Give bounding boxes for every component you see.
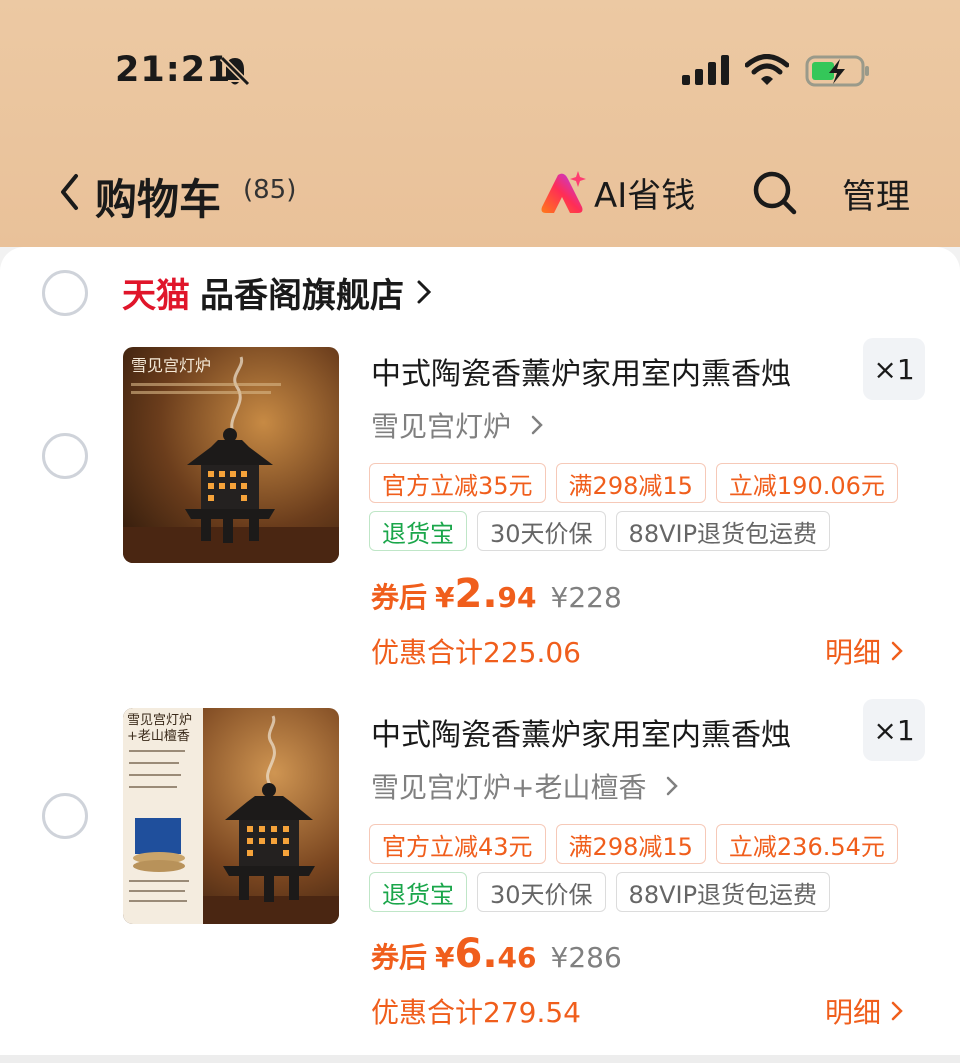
product-image[interactable]: 雪见宫灯炉 <box>123 347 339 563</box>
price-decimal: 46 <box>497 941 537 974</box>
sku-label: 雪见宫灯炉+老山檀香 <box>371 771 647 804</box>
service-tags: 退货宝 30天价保 88VIP退货包运费 <box>369 511 831 551</box>
discount-detail-button[interactable]: 明细 <box>825 991 903 1031</box>
sku-selector[interactable]: 雪见宫灯炉+老山檀香 <box>371 766 679 806</box>
store-header-link[interactable]: 天猫 品香阁旗舰店 <box>122 269 432 316</box>
coupon-price-label: 券后 <box>371 581 428 614</box>
promo-tags: 官方立减43元 满298减15 立减236.54元 <box>369 824 898 864</box>
tmall-badge: 天猫 <box>122 275 190 316</box>
lantern-incense-set-image: 雪见宫灯炉 +老山檀香 <box>123 708 339 924</box>
cellular-signal-icon <box>682 55 729 85</box>
detail-label: 明细 <box>825 636 882 669</box>
service-tag-return: 退货宝 <box>369 511 467 551</box>
search-icon[interactable] <box>750 168 798 216</box>
promo-tag: 官方立减43元 <box>369 824 546 864</box>
price-row: 券后 ¥ 6. 46 ¥286 <box>371 931 622 977</box>
service-tag-vip-shipping: 88VIP退货包运费 <box>615 872 831 912</box>
original-price: ¥228 <box>550 581 622 614</box>
navigation-bar: 购物车 (85) AI省钱 管理 <box>0 160 960 224</box>
chevron-right-icon <box>531 415 543 435</box>
promo-tag: 满298减15 <box>555 463 706 503</box>
product-title[interactable]: 中式陶瓷香薰炉家用室内熏香烛 <box>371 349 791 393</box>
currency-symbol: ¥ <box>435 581 455 614</box>
promo-tag: 满298减15 <box>555 824 706 864</box>
manage-button[interactable]: 管理 <box>842 169 910 218</box>
product-image[interactable]: 雪见宫灯炉 +老山檀香 <box>123 708 339 924</box>
promo-tags: 官方立减35元 满298减15 立减190.06元 <box>369 463 898 503</box>
original-price: ¥286 <box>550 941 622 974</box>
sku-label: 雪见宫灯炉 <box>371 410 512 443</box>
total-discount: 优惠合计279.54 <box>371 996 581 1029</box>
cart-count: (85) <box>243 175 297 205</box>
promo-tag: 立减190.06元 <box>715 463 898 503</box>
back-chevron-icon[interactable] <box>58 172 80 212</box>
quantity-button[interactable]: ×1 <box>863 338 925 400</box>
service-tag-vip-shipping: 88VIP退货包运费 <box>615 511 831 551</box>
chevron-right-icon <box>891 641 903 661</box>
battery-charging-icon <box>805 55 869 87</box>
price-integer: 2. <box>454 571 498 617</box>
ai-save-button[interactable]: AI省钱 <box>538 166 695 218</box>
detail-label: 明细 <box>825 996 882 1029</box>
product-select-radio[interactable] <box>42 433 88 479</box>
price-row: 券后 ¥ 2. 94 ¥228 <box>371 571 622 617</box>
promo-tag: 官方立减35元 <box>369 463 546 503</box>
sku-selector[interactable]: 雪见宫灯炉 <box>371 405 544 445</box>
image-caption: 雪见宫灯炉 <box>127 713 192 728</box>
discount-detail-button[interactable]: 明细 <box>825 631 903 671</box>
currency-symbol: ¥ <box>435 941 455 974</box>
page-title: 购物车 <box>95 175 222 224</box>
store-cart-card: 天猫 品香阁旗舰店 雪见宫灯炉 中式陶瓷香薰炉家用室内熏香烛 ×1 雪见宫灯炉 … <box>0 247 960 1063</box>
chevron-right-icon <box>891 1001 903 1021</box>
store-select-radio[interactable] <box>42 270 88 316</box>
bell-mute-icon <box>219 55 251 87</box>
service-tags: 退货宝 30天价保 88VIP退货包运费 <box>369 872 831 912</box>
coupon-price-label: 券后 <box>371 941 428 974</box>
service-tag-price-protect: 30天价保 <box>477 511 606 551</box>
price-decimal: 94 <box>497 581 537 614</box>
product-title[interactable]: 中式陶瓷香薰炉家用室内熏香烛 <box>371 710 791 754</box>
ai-save-label: AI省钱 <box>594 175 696 216</box>
service-tag-return: 退货宝 <box>369 872 467 912</box>
chevron-right-icon <box>667 776 679 796</box>
status-bar: 21:21 <box>0 46 960 96</box>
promo-tag: 立减236.54元 <box>715 824 898 864</box>
total-discount: 优惠合计225.06 <box>371 636 581 669</box>
bottom-divider <box>0 1055 960 1063</box>
price-integer: 6. <box>454 931 498 977</box>
service-tag-price-protect: 30天价保 <box>477 872 606 912</box>
lantern-burner-image: 雪见宫灯炉 <box>123 347 339 563</box>
wifi-icon <box>745 54 789 85</box>
chevron-right-icon <box>417 280 432 304</box>
header-background: 21:21 购物车 (85) AI省钱 管理 <box>0 0 960 247</box>
ai-sparkle-icon <box>541 171 586 213</box>
store-name: 品香阁旗舰店 <box>200 275 404 316</box>
image-caption: 雪见宫灯炉 <box>131 356 211 375</box>
product-select-radio[interactable] <box>42 793 88 839</box>
image-caption-line2: +老山檀香 <box>127 728 190 744</box>
status-time: 21:21 <box>115 50 232 90</box>
quantity-button[interactable]: ×1 <box>863 699 925 761</box>
